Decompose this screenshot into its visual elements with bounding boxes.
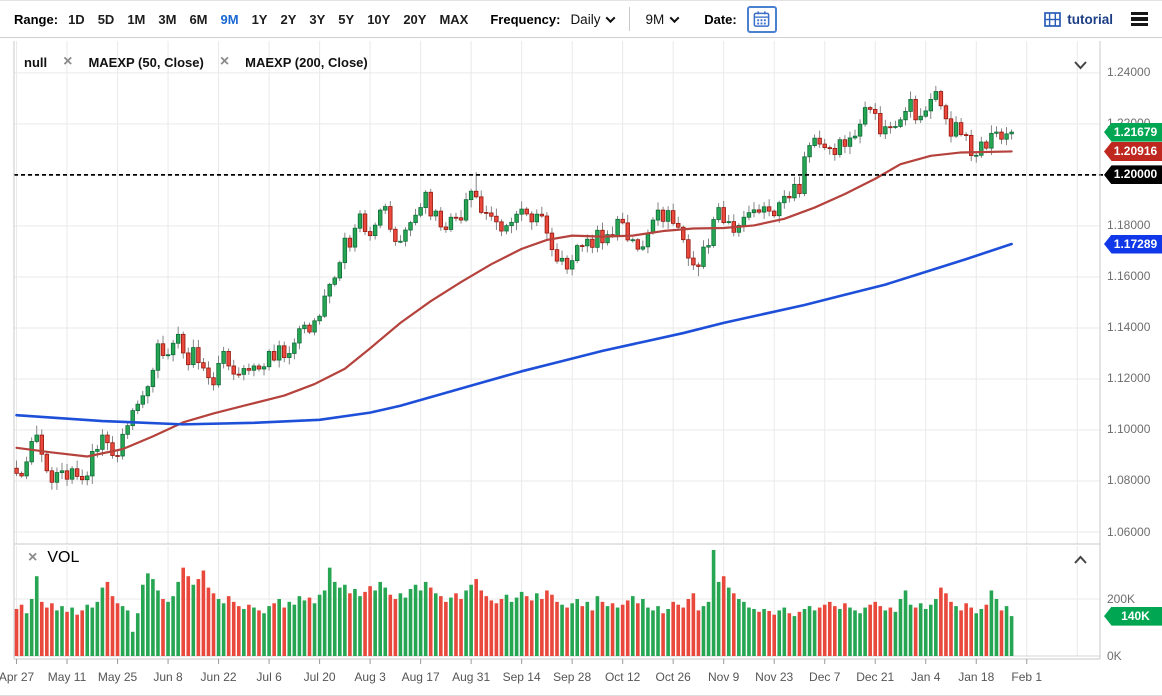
x-axis-label: Jul 20 — [304, 670, 336, 684]
x-axis-label: Aug 3 — [354, 670, 385, 684]
x-axis-label: Jan 4 — [911, 670, 940, 684]
volume-axis-label: 200K — [1107, 592, 1161, 606]
x-axis-label: May 25 — [98, 670, 137, 684]
y-axis-label: 1.14000 — [1107, 320, 1161, 334]
threshold-badge: 1.20000 — [1104, 165, 1162, 184]
volume-value-badge: 140K — [1104, 607, 1162, 626]
collapse-price-panel-icon[interactable] — [1073, 57, 1088, 75]
x-axis-label: Nov 9 — [708, 670, 739, 684]
x-axis-label: Feb 1 — [1011, 670, 1042, 684]
forex-chart-app: Range: 1D5D1M3M6M9M1Y2Y3Y5Y10Y20YMAX Fre… — [0, 0, 1162, 696]
x-axis-label: Jun 22 — [201, 670, 237, 684]
x-axis-label: May 11 — [48, 670, 86, 684]
y-axis-label: 1.16000 — [1107, 269, 1161, 283]
y-axis-label: 1.12000 — [1107, 371, 1161, 385]
ma50-value-badge: 1.20916 — [1104, 142, 1162, 161]
x-axis-label: Sep 28 — [553, 670, 591, 684]
y-axis-label: 1.06000 — [1107, 525, 1161, 539]
y-axis-label: 1.08000 — [1107, 473, 1161, 487]
x-axis-label: Jul 6 — [256, 670, 281, 684]
x-axis-label: Apr 27 — [0, 670, 34, 684]
price-chart-canvas[interactable] — [0, 1, 1162, 696]
x-axis-label: Dec 7 — [809, 670, 840, 684]
x-axis-label: Aug 17 — [402, 670, 440, 684]
x-axis-label: Oct 12 — [605, 670, 640, 684]
x-axis-label: Aug 31 — [452, 670, 490, 684]
y-axis-label: 1.18000 — [1107, 218, 1161, 232]
x-axis-label: Nov 23 — [755, 670, 793, 684]
x-axis-label: Sep 14 — [503, 670, 541, 684]
expand-volume-panel-icon[interactable] — [1073, 552, 1088, 570]
volume-legend: × VOL — [28, 549, 79, 567]
series-ma50-label: MAEXP (50, Close) — [88, 55, 203, 70]
series-null-label: null — [24, 55, 47, 70]
close-icon[interactable]: × — [28, 550, 37, 566]
close-icon[interactable]: × — [220, 54, 229, 70]
close-icon[interactable]: × — [63, 54, 72, 70]
y-axis-label: 1.10000 — [1107, 422, 1161, 436]
volume-axis-label: 0K — [1107, 649, 1161, 663]
x-axis-label: Oct 26 — [655, 670, 690, 684]
x-axis-label: Dec 21 — [856, 670, 894, 684]
ma200-value-badge: 1.17289 — [1104, 235, 1162, 254]
x-axis-label: Jun 8 — [153, 670, 182, 684]
x-axis-label: Jan 18 — [958, 670, 994, 684]
last-price-badge: 1.21679 — [1104, 123, 1162, 142]
chart-legend: null × MAEXP (50, Close) × MAEXP (200, C… — [24, 54, 368, 70]
y-axis-label: 1.24000 — [1107, 65, 1161, 79]
volume-label: VOL — [47, 549, 79, 567]
series-ma200-label: MAEXP (200, Close) — [245, 55, 368, 70]
